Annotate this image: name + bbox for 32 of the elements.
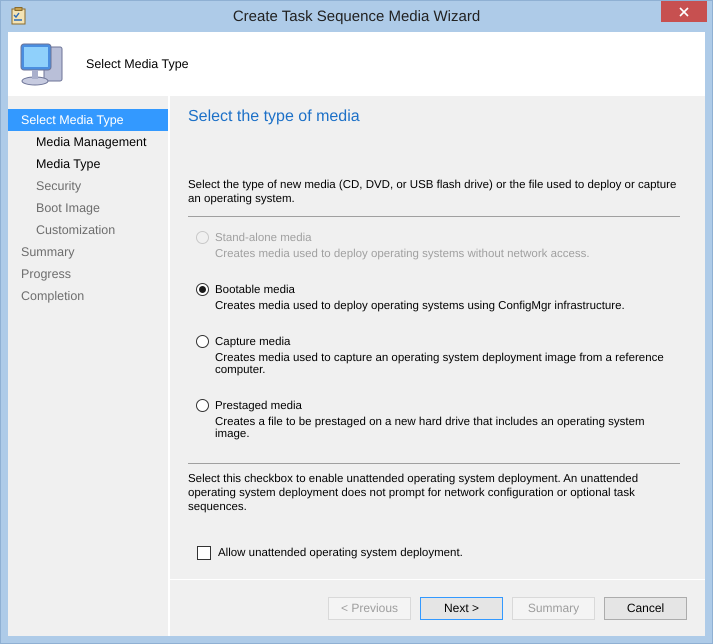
checkbox-label: Allow unattended operating system deployment.	[218, 547, 463, 559]
option-description: Creates a file to be prestaged on a new hard drive that includes an operating system image.	[215, 416, 646, 440]
wizard-step: Progress	[8, 263, 168, 285]
wizard-step: Customization	[8, 219, 168, 241]
option-description: Creates media used to capture an operating system deployment image from a reference computer.	[215, 352, 665, 376]
wizard-button[interactable]: Cancel	[604, 596, 687, 620]
wizard-step: Summary	[8, 241, 168, 263]
option-description: Creates media used to deploy operating systems without network access.	[215, 248, 591, 260]
wizard-step: Boot Image	[8, 197, 168, 219]
radio-button[interactable]	[196, 283, 209, 296]
radio-button[interactable]	[196, 335, 209, 348]
intro-text: Select the type of new media (CD, DVD, or USB flash drive) or the file used to deploy or capture an operating system.	[188, 178, 678, 206]
section-heading: Select the type of media	[188, 108, 361, 126]
clipboard-icon	[10, 7, 28, 25]
radio-label: Stand-alone media	[215, 232, 312, 244]
wizard-step: Select Media Type	[8, 109, 168, 131]
wizard-step: Media Type	[8, 153, 168, 175]
option-description: Creates media used to deploy operating systems using ConfigMgr infrastructure.	[215, 300, 626, 312]
wizard-step: Media Management	[8, 131, 168, 153]
radio-label: Prestaged media	[215, 400, 302, 412]
radio-button[interactable]	[196, 399, 209, 412]
close-button[interactable]	[661, 1, 707, 22]
wizard-step: Completion	[8, 285, 168, 307]
radio-label: Bootable media	[215, 284, 295, 296]
wizard-button[interactable]: Next >	[420, 596, 503, 620]
close-icon	[679, 6, 689, 16]
page-title: Select Media Type	[86, 57, 189, 71]
unattended-note: Select this checkbox to enable unattended operating system deployment. An unattended operating system deployment does not prompt for network configuration or optional task sequences.	[188, 472, 640, 514]
wizard-step: Security	[8, 175, 168, 197]
window-title: Create Task Sequence Media Wizard	[232, 8, 480, 25]
checkbox[interactable]	[197, 546, 211, 560]
radio-label: Capture media	[215, 336, 290, 348]
